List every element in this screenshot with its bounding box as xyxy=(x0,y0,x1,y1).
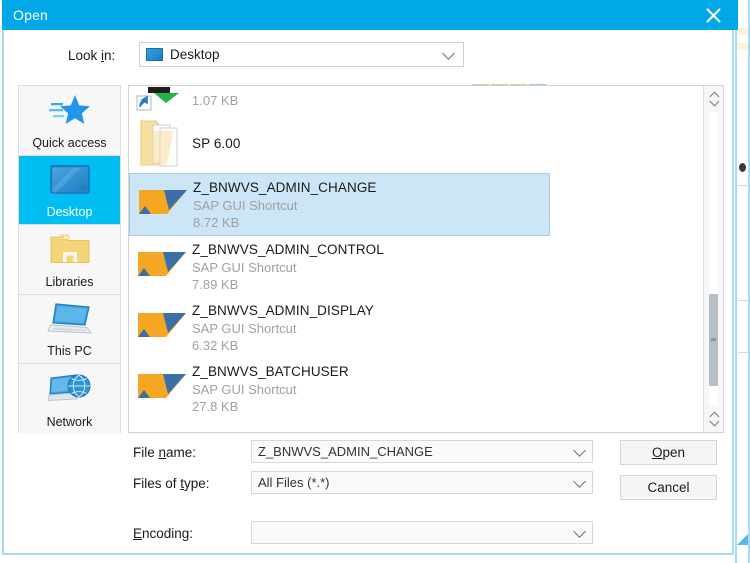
monitor-icon xyxy=(19,156,120,206)
list-item-size: 1.07 KB xyxy=(192,92,238,111)
list-item-size: 6.32 KB xyxy=(192,337,374,354)
filename-value: Z_BNWVS_ADMIN_CHANGE xyxy=(258,444,433,459)
list-item-size: 7.89 KB xyxy=(192,276,384,293)
close-icon[interactable] xyxy=(696,0,730,30)
file-list-scrollbar[interactable] xyxy=(703,86,723,432)
filename-input[interactable]: Z_BNWVS_ADMIN_CHANGE xyxy=(251,440,593,463)
chevron-down-icon[interactable] xyxy=(573,525,586,538)
file-list[interactable]: 1.07 KB SP 6.00 xyxy=(129,86,704,433)
chevron-down-icon[interactable] xyxy=(573,475,586,488)
filetype-combobox[interactable]: All Files (*.*) xyxy=(251,471,593,494)
scrollbar-thumb-grip xyxy=(711,338,716,341)
sap-shortcut-icon xyxy=(132,240,192,292)
background-window-strip xyxy=(737,43,748,50)
dialog-title: Open xyxy=(13,7,48,23)
background-window-corner xyxy=(737,534,748,545)
chevron-down-icon[interactable] xyxy=(573,444,586,457)
list-item[interactable]: Z_BNWVS_BATCHUSER SAP GUI Shortcut 27.8 … xyxy=(129,358,704,419)
list-item-size: 27.8 KB xyxy=(192,398,349,415)
computer-icon xyxy=(19,295,120,345)
list-item[interactable]: Z_BNWVS_ADMIN_CONTROL SAP GUI Shortcut 7… xyxy=(129,236,704,297)
list-item-partial[interactable]: 1.07 KB xyxy=(129,86,704,111)
list-item-selected[interactable]: Z_BNWVS_ADMIN_CHANGE SAP GUI Shortcut 8.… xyxy=(129,173,550,236)
encoding-combobox[interactable] xyxy=(251,521,593,544)
folder-library-icon xyxy=(19,225,120,275)
open-file-dialog: Open Look in: Desktop xyxy=(2,8,734,555)
sap-shortcut-icon xyxy=(132,362,192,414)
list-item-type: SAP GUI Shortcut xyxy=(192,320,374,337)
list-item-type: SAP GUI Shortcut xyxy=(193,197,377,214)
lookin-label: Look in: xyxy=(68,48,115,63)
open-button[interactable]: Open xyxy=(620,440,717,465)
filetype-value: All Files (*.*) xyxy=(258,475,330,490)
sidebar-item-network[interactable]: Network xyxy=(19,364,120,434)
dialog-titlebar: Open xyxy=(2,0,738,30)
lookin-row: Look in: Desktop xyxy=(4,38,734,76)
desktop-icon xyxy=(146,48,163,61)
sidebar-item-label: Desktop xyxy=(47,205,93,220)
background-window-line xyxy=(738,300,749,301)
background-window-dot xyxy=(739,163,746,172)
background-window[interactable] xyxy=(735,0,750,563)
file-list-frame: 1.07 KB SP 6.00 xyxy=(128,85,724,433)
sap-shortcut-icon xyxy=(133,178,193,230)
sidebar-item-label: Libraries xyxy=(46,275,94,290)
list-item-type: SAP GUI Shortcut xyxy=(192,381,349,398)
list-item-size: 8.72 KB xyxy=(193,214,377,231)
list-item[interactable]: Z_BNWVS_ADMIN_DISPLAY SAP GUI Shortcut 6… xyxy=(129,297,704,358)
filename-label: File name: xyxy=(133,445,196,460)
chevron-down-icon[interactable] xyxy=(442,47,455,60)
background-window-line xyxy=(738,352,749,353)
list-item-name: Z_BNWVS_ADMIN_CHANGE xyxy=(193,179,377,197)
list-item-type: SAP GUI Shortcut xyxy=(192,259,384,276)
cancel-button[interactable]: Cancel xyxy=(620,475,717,500)
sidebar-item-desktop[interactable]: Desktop xyxy=(19,156,120,226)
sidebar-item-label: This PC xyxy=(47,344,91,359)
sidebar-item-libraries[interactable]: Libraries xyxy=(19,225,120,295)
list-item-name: Z_BNWVS_ADMIN_DISPLAY xyxy=(192,302,374,320)
folder-icon xyxy=(132,115,192,169)
lookin-combobox[interactable]: Desktop xyxy=(139,42,464,67)
scrollbar-thumb[interactable] xyxy=(709,294,718,386)
star-icon xyxy=(19,86,120,136)
sidebar-item-quick-access[interactable]: Quick access xyxy=(19,86,120,156)
encoding-label: Encoding: xyxy=(133,526,193,541)
sidebar-item-label: Network xyxy=(47,415,93,430)
sap-shortcut-icon xyxy=(132,301,192,353)
places-sidebar: Quick access Desktop xyxy=(18,85,121,433)
background-window-strip xyxy=(737,28,748,35)
list-item-folder[interactable]: SP 6.00 xyxy=(129,111,704,173)
scroll-up-icon[interactable] xyxy=(704,86,723,112)
list-item-name: Z_BNWVS_ADMIN_CONTROL xyxy=(192,241,384,259)
background-window-line xyxy=(738,185,749,186)
lookin-value: Desktop xyxy=(170,47,220,62)
filetype-label: Files of type: xyxy=(133,476,210,491)
encoding-row: Encoding: xyxy=(4,519,734,559)
shortcut-green-icon xyxy=(132,86,192,111)
list-item-name: SP 6.00 xyxy=(192,135,241,153)
sidebar-item-this-pc[interactable]: This PC xyxy=(19,295,120,365)
scroll-down-icon[interactable] xyxy=(704,406,723,432)
list-item-name: Z_BNWVS_BATCHUSER xyxy=(192,363,349,381)
sidebar-item-label: Quick access xyxy=(32,136,106,151)
network-globe-icon xyxy=(19,364,120,415)
